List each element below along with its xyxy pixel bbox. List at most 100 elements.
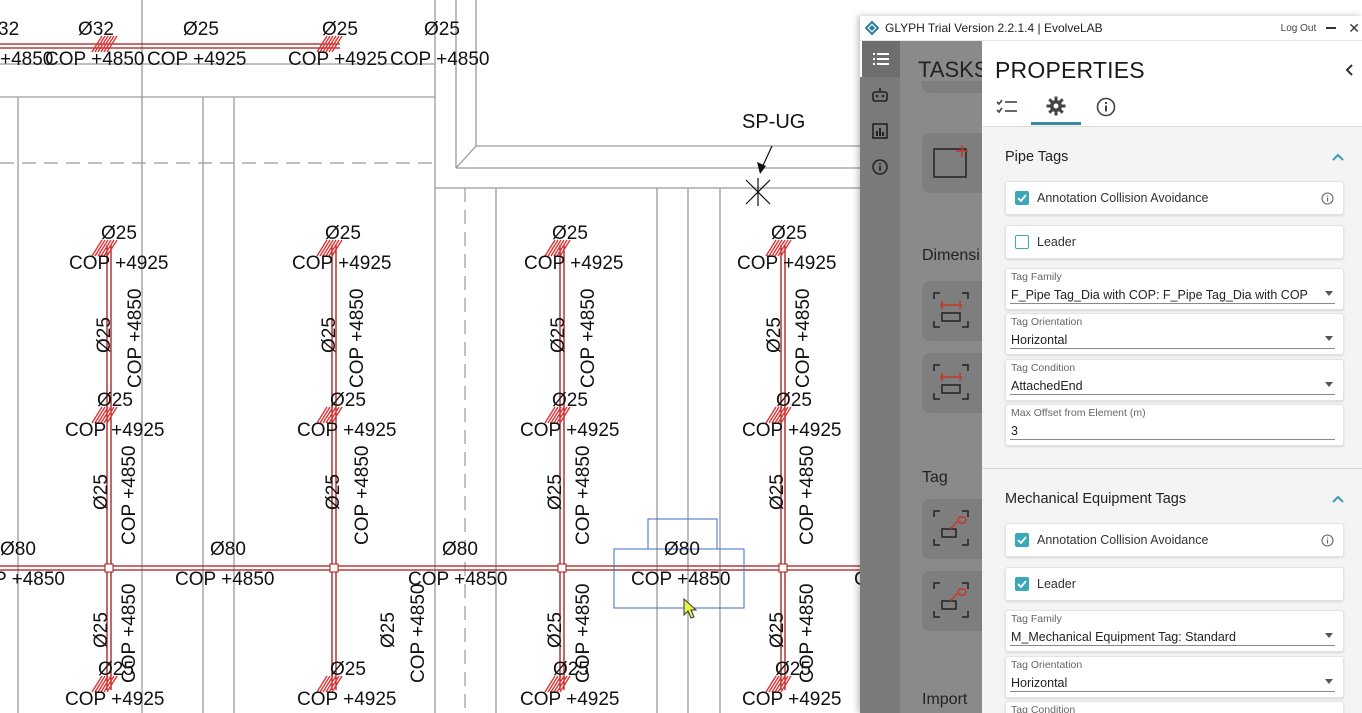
elevation-label[interactable]: COP +4925 [297, 689, 396, 710]
checkbox-unchecked-icon[interactable] [1015, 235, 1029, 249]
elevation-label[interactable]: COP +4850 [45, 49, 144, 70]
pipe-diameter-label[interactable]: Ø32 [78, 19, 114, 40]
pipe-diameter-label[interactable]: Ø80 [442, 539, 478, 560]
pipe-diameter-label[interactable]: Ø25 [378, 612, 399, 648]
info-icon[interactable] [1321, 191, 1334, 205]
elevation-label[interactable]: 32 [0, 19, 19, 40]
elevation-label[interactable]: COP +4925 [742, 689, 841, 710]
info-icon[interactable] [1321, 533, 1334, 547]
pipe-max-offset-input[interactable]: Max Offset from Element (m) 3 [1005, 404, 1344, 446]
pipe-diameter-label[interactable]: Ø25 [545, 474, 566, 510]
mech-tag-family-select[interactable]: Tag Family M_Mechanical Equipment Tag: S… [1005, 610, 1344, 652]
elevation-label[interactable]: COP +4925 [737, 253, 836, 274]
task-card[interactable] [922, 81, 982, 93]
pipe-tag-orientation-select[interactable]: Tag Orientation Horizontal [1005, 313, 1344, 355]
elevation-label[interactable]: COP +4850 [119, 446, 140, 545]
pipe-diameter-label[interactable]: Ø25 [97, 390, 133, 411]
chevron-up-icon[interactable] [1332, 153, 1344, 161]
pipe-diameter-label[interactable]: Ø25 [101, 223, 137, 244]
elevation-label[interactable]: COP +4925 [520, 689, 619, 710]
checkbox-checked-icon[interactable] [1015, 577, 1029, 591]
elevation-label[interactable]: COP +4850 [631, 569, 730, 590]
close-icon[interactable]: ✕ [1348, 20, 1360, 37]
elevation-label[interactable]: COP +4925 [69, 253, 168, 274]
mech-leader-checkbox-row[interactable]: Leader [1005, 567, 1344, 601]
pipe-diameter-label[interactable]: Ø80 [210, 539, 246, 560]
tab-info[interactable] [1081, 89, 1131, 125]
mech-tag-orientation-select[interactable]: Tag Orientation Horizontal [1005, 656, 1344, 698]
elevation-label[interactable]: COP +4850 [573, 584, 594, 683]
chevron-up-icon[interactable] [1332, 495, 1344, 503]
pipe-diameter-label[interactable]: Ø25 [548, 317, 569, 353]
nav-about-button[interactable] [860, 149, 900, 185]
elevation-label[interactable]: COP +4925 [742, 420, 841, 441]
pipe-diameter-label[interactable]: Ø25 [771, 223, 807, 244]
pipe-leader-checkbox-row[interactable]: Leader [1005, 225, 1344, 259]
elevation-label[interactable]: COP +4850 [797, 446, 818, 545]
pipe-tag-family-select[interactable]: Tag Family F_Pipe Tag_Dia with COP: F_Pi… [1005, 268, 1344, 310]
elevation-label[interactable]: COP +4925 [65, 420, 164, 441]
checkbox-checked-icon[interactable] [1015, 533, 1029, 547]
dropdown-arrow-icon[interactable] [1325, 336, 1333, 341]
pipe-diameter-label[interactable]: Ø25 [767, 474, 788, 510]
elevation-label[interactable]: COP +4850 [793, 289, 814, 388]
logout-button[interactable]: Log Out [1281, 23, 1317, 34]
pipe-diameter-label[interactable]: Ø25 [322, 19, 358, 40]
elevation-label[interactable]: COP +4925 [292, 253, 391, 274]
pipe-diameter-label[interactable]: Ø25 [330, 390, 366, 411]
elevation-label[interactable]: COP +4925 [288, 49, 387, 70]
pipe-diameter-label[interactable]: Ø25 [183, 19, 219, 40]
elevation-label[interactable]: COP +4925 [147, 49, 246, 70]
pipe-tag-condition-select[interactable]: Tag Condition AttachedEnd [1005, 359, 1344, 401]
nav-automation-button[interactable] [860, 77, 900, 113]
pipe-diameter-label[interactable]: Ø25 [94, 317, 115, 353]
nav-tasks-button[interactable] [860, 41, 900, 77]
task-card[interactable] [922, 571, 982, 631]
pipe-diameter-label[interactable]: Ø25 [91, 612, 112, 648]
dropdown-arrow-icon[interactable] [1325, 382, 1333, 387]
checkbox-checked-icon[interactable] [1015, 191, 1029, 205]
task-card[interactable] [922, 353, 982, 413]
elevation-label[interactable]: COP +4850 [125, 289, 146, 388]
elevation-label[interactable]: COP +4850 [797, 584, 818, 683]
field-value[interactable]: 3 [1011, 424, 1018, 438]
pipe-diameter-label[interactable]: Ø25 [91, 474, 112, 510]
pipe-diameter-label[interactable]: Ø25 [545, 612, 566, 648]
elevation-label[interactable]: COP +4925 [520, 420, 619, 441]
tab-checklist[interactable] [982, 89, 1032, 125]
elevation-label[interactable]: COP +4850 [352, 446, 373, 545]
elevation-label[interactable]: COP +4850 [408, 584, 429, 683]
elevation-label[interactable]: COP +4925 [65, 689, 164, 710]
mech-tag-condition-select[interactable]: Tag Condition [1005, 701, 1344, 713]
pipe-diameter-label[interactable]: Ø25 [319, 317, 340, 353]
mech-collision-checkbox-row[interactable]: Annotation Collision Avoidance [1005, 523, 1344, 557]
dropdown-arrow-icon[interactable] [1325, 679, 1333, 684]
pipe-diameter-label[interactable]: Ø25 [552, 390, 588, 411]
tab-settings[interactable] [1031, 89, 1081, 125]
elevation-label[interactable]: COP +4925 [524, 253, 623, 274]
nav-reports-button[interactable] [860, 113, 900, 149]
task-card[interactable] [922, 133, 982, 193]
pipe-diameter-label[interactable]: Ø25 [776, 390, 812, 411]
elevation-label[interactable]: COP +4850 [175, 569, 274, 590]
pipe-diameter-label[interactable]: Ø25 [764, 317, 785, 353]
chevron-left-icon[interactable] [1344, 63, 1354, 77]
selected-tag-box[interactable] [613, 518, 745, 609]
elevation-label[interactable]: COP +4850 [119, 584, 140, 683]
elevation-label[interactable]: COP +4850 [347, 289, 368, 388]
dropdown-arrow-icon[interactable] [1325, 633, 1333, 638]
elevation-label[interactable]: COP +4850 [573, 446, 594, 545]
elevation-label[interactable]: P +4850 [0, 569, 65, 590]
task-card[interactable] [922, 499, 982, 559]
pipe-diameter-label[interactable]: Ø25 [552, 223, 588, 244]
task-card[interactable] [922, 281, 982, 341]
elevation-label[interactable]: COP +4850 [578, 289, 599, 388]
dropdown-arrow-icon[interactable] [1325, 291, 1333, 296]
pipe-diameter-label[interactable]: Ø25 [330, 659, 366, 680]
elevation-label[interactable]: COP +4925 [297, 420, 396, 441]
pipe-diameter-label[interactable]: Ø25 [325, 223, 361, 244]
pipe-diameter-label[interactable]: Ø80 [664, 539, 700, 560]
pipe-collision-checkbox-row[interactable]: Annotation Collision Avoidance [1005, 181, 1344, 215]
elevation-label[interactable]: COP +4850 [390, 49, 489, 70]
pipe-tags-header[interactable]: Pipe Tags [1005, 145, 1344, 169]
